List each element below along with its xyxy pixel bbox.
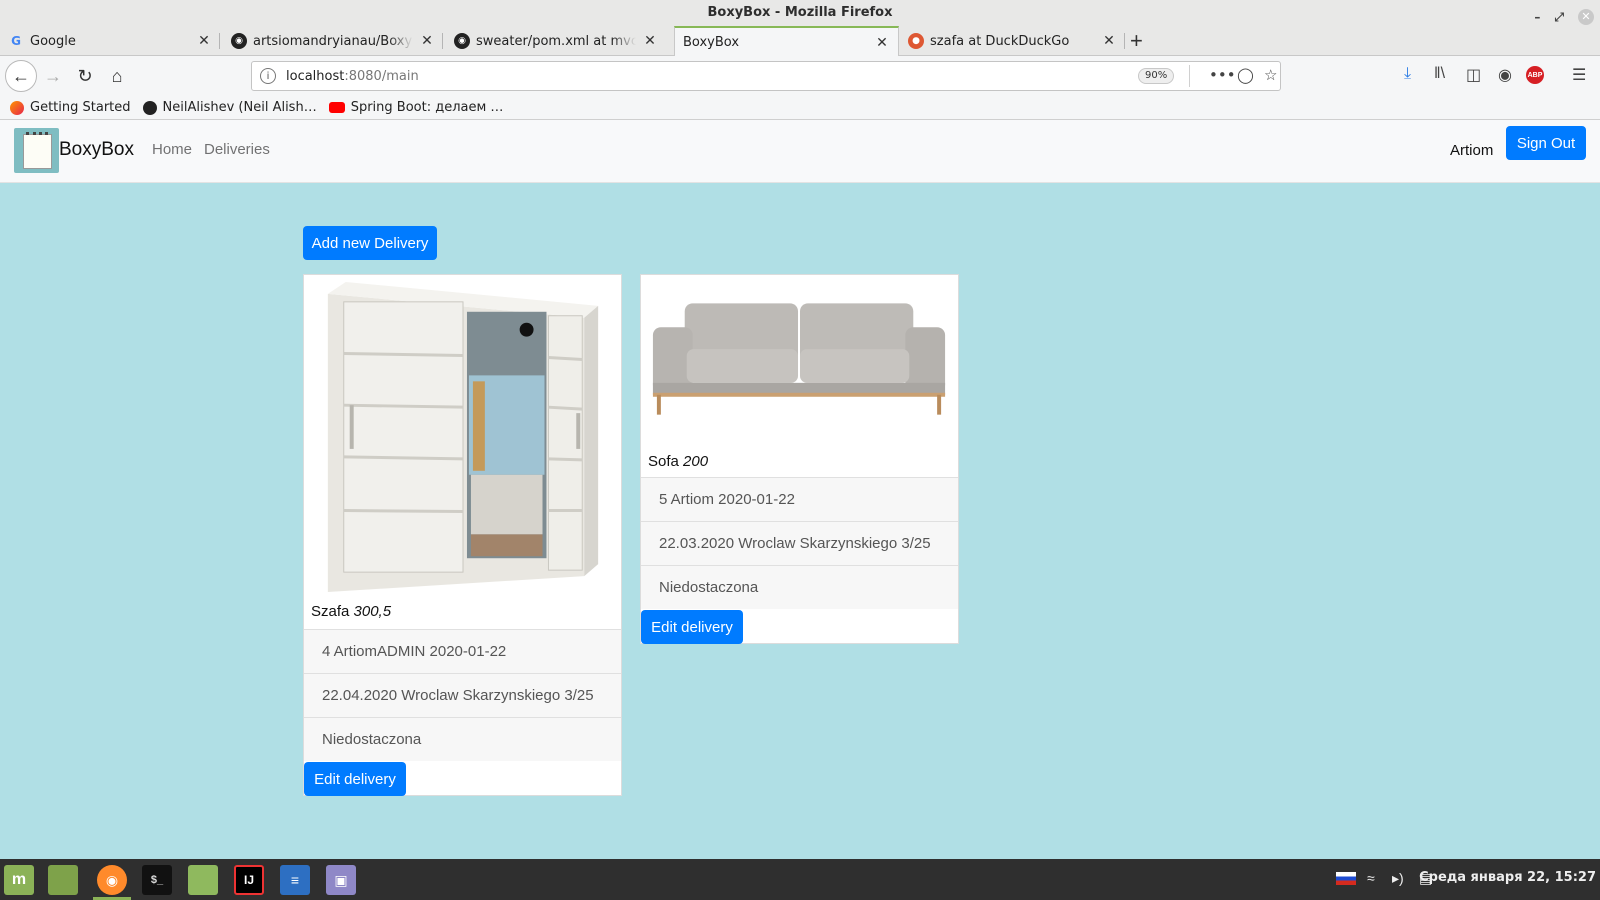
close-tab-icon[interactable]: ✕ [419,33,435,49]
show-desktop-icon[interactable] [48,865,78,895]
delivery-detail-address: 22.03.2020 Wroclaw Skarzynskiego 3/25 [641,521,958,565]
close-tab-icon[interactable]: ✕ [196,33,212,49]
bookmark-star-icon[interactable]: ☆ [1264,66,1277,84]
bookmark-label: NeilAlishev (Neil Alish… [162,100,317,115]
delivery-name: Szafa [311,603,350,620]
tab-github-boxybox[interactable]: ◉ artsiomandryianau/BoxyBox ✕ [223,26,443,56]
edit-delivery-button[interactable]: Edit delivery [641,610,743,644]
bookmark-neilalishev[interactable]: NeilAlishev (Neil Alish… [142,100,317,115]
tab-github-sweater[interactable]: ◉ sweater/pom.xml at mvc-web ✕ [446,26,666,56]
home-icon[interactable]: ⌂ [104,63,130,89]
window-titlebar: BoxyBox - Mozilla Firefox – ⤢ ✕ [0,0,1600,26]
delivery-title: Sofa 200 [648,453,708,470]
bookmark-getting-started[interactable]: Getting Started [10,100,131,115]
delivery-card: Sofa 200 5 Artiom 2020-01-22 22.03.2020 … [640,274,959,644]
tab-title: szafa at DuckDuckGo [930,33,1070,49]
tab-strip: G Google ✕ ◉ artsiomandryianau/BoxyBox ✕… [0,26,1600,57]
delivery-price: 200 [683,453,709,470]
brand-name[interactable]: BoxyBox [59,139,134,161]
tab-title: sweater/pom.xml at mvc-web [476,33,636,49]
url-bar[interactable]: i localhost:8080/main 90% ••• ◯ ☆ [251,61,1281,91]
downloads-icon[interactable]: ⤓ [1404,65,1411,83]
site-info-icon[interactable]: i [260,68,276,84]
close-window-icon[interactable]: ✕ [1578,9,1594,25]
back-arrow-icon[interactable]: ← [5,60,37,92]
notepad-logo-icon[interactable] [14,128,59,173]
wifi-icon[interactable]: ≈ [1367,870,1375,886]
delivery-detail-order: 4 ArtiomADMIN 2020-01-22 [304,629,621,673]
close-tab-icon[interactable]: ✕ [874,35,890,51]
edit-delivery-button[interactable]: Edit delivery [304,762,406,796]
wardrobe-image [304,276,621,594]
tab-google[interactable]: G Google ✕ [0,26,220,56]
mint-menu-icon[interactable]: m [4,865,34,895]
notes-icon[interactable]: ▣ [326,865,356,895]
intellij-icon[interactable]: IJ [234,865,264,895]
tab-duckduckgo[interactable]: ● szafa at DuckDuckGo ✕ [900,26,1125,56]
browser-toolbar: ← → ↻ ⌂ i localhost:8080/main 90% ••• ◯ … [0,56,1600,96]
reload-icon[interactable]: ↻ [72,63,98,89]
pocket-icon[interactable]: ◯ [1237,66,1254,84]
delivery-detail-address: 22.04.2020 Wroclaw Skarzynskiego 3/25 [304,673,621,717]
tab-title: Google [30,33,76,49]
google-icon: G [11,34,21,48]
system-taskbar: m ◉ $_ IJ ≡ ▣ ≈ ▸) ▤ Среда января 22, 15… [0,859,1600,900]
adblock-icon[interactable]: ABP [1526,66,1544,84]
close-tab-icon[interactable]: ✕ [642,33,658,49]
library-icon[interactable]: ‖\ [1434,65,1445,83]
github-icon: ◉ [231,33,247,49]
youtube-icon [328,102,345,113]
text-editor-icon[interactable]: ≡ [280,865,310,895]
close-tab-icon[interactable]: ✕ [1101,33,1117,49]
github-icon [142,100,157,115]
delivery-price: 300,5 [353,603,392,620]
delivery-detail-status: Niedostaczona [641,565,958,609]
delivery-title: Szafa 300,5 [311,603,391,620]
url-divider [1189,65,1190,87]
volume-icon[interactable]: ▸) [1392,870,1404,887]
more-actions-icon[interactable]: ••• [1209,66,1236,84]
bookmarks-toolbar: Getting Started NeilAlishev (Neil Alish…… [0,96,1600,120]
url-host: localhost [286,68,345,84]
tab-boxybox[interactable]: BoxyBox ✕ [674,26,899,57]
account-icon[interactable]: ◉ [1498,65,1512,85]
bookmark-spring-boot[interactable]: Spring Boot: делаем … [328,100,504,115]
add-delivery-button[interactable]: Add new Delivery [303,226,437,260]
bookmark-label: Spring Boot: делаем … [350,100,504,115]
sidebar-icon[interactable]: ◫ [1466,65,1481,85]
tab-title: BoxyBox [683,35,740,50]
firefox-taskbar-icon[interactable]: ◉ [97,865,127,895]
nav-deliveries-link[interactable]: Deliveries [204,141,270,158]
app-navbar: BoxyBox Home Deliveries Artiom Sign Out [0,120,1600,183]
terminal-icon[interactable]: $_ [142,865,172,895]
github-icon: ◉ [454,33,470,49]
delivery-detail-status: Niedostaczona [304,717,621,761]
delivery-detail-order: 5 Artiom 2020-01-22 [641,477,958,521]
url-path: :8080/main [344,68,419,84]
sign-out-button[interactable]: Sign Out [1506,126,1586,160]
sofa-image [641,275,958,445]
delivery-card: Szafa 300,5 4 ArtiomADMIN 2020-01-22 22.… [303,274,622,796]
new-tab-icon[interactable]: + [1130,28,1143,54]
zoom-level[interactable]: 90% [1138,68,1175,84]
bookmark-label: Getting Started [30,100,131,115]
window-title: BoxyBox - Mozilla Firefox [707,5,893,20]
files-icon[interactable] [188,865,218,895]
clock[interactable]: Среда января 22, 15:27 [1419,870,1596,885]
firefox-icon [10,100,24,115]
current-user: Artiom [1450,142,1494,159]
duckduckgo-icon: ● [908,33,924,49]
menu-icon[interactable]: ☰ [1572,65,1586,85]
keyboard-layout-flag-icon[interactable] [1336,872,1356,885]
nav-home-link[interactable]: Home [152,141,192,158]
delivery-name: Sofa [648,453,679,470]
forward-arrow-icon[interactable]: → [40,63,66,89]
tab-title: artsiomandryianau/BoxyBox [253,33,413,49]
